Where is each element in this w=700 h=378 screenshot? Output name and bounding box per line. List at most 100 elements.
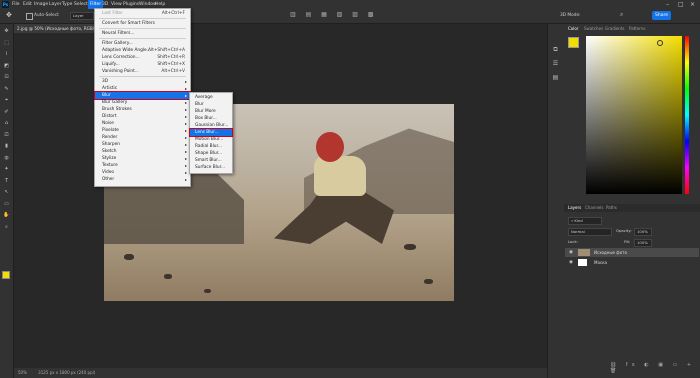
filter-menu-item-lens-correction[interactable]: Lens Correction... Shift+Ctrl+R [95, 54, 190, 61]
filter-menu-item-video[interactable]: Video ▸ [95, 169, 190, 176]
filter-menu-item-pixelate[interactable]: Pixelate ▸ [95, 127, 190, 134]
blur-item-blur-more[interactable]: Blur More [190, 108, 232, 115]
tool-14-icon[interactable]: ↖ [3, 189, 10, 195]
lock-label: Lock: [568, 239, 578, 244]
tool-7-icon[interactable]: ✐ [3, 109, 10, 115]
target-select[interactable]: Layer [70, 12, 94, 20]
blur-item-radial-blur[interactable]: Radial Blur... [190, 143, 232, 150]
color-picker-cursor[interactable] [657, 40, 663, 46]
filter-menu-item-convert-for-smart-filters[interactable]: Convert for Smart Filters [95, 20, 190, 27]
submenu-arrow-icon: ▸ [184, 107, 187, 112]
filter-menu-item-last-filter[interactable]: Last Filter Alt+Ctrl+F [95, 10, 190, 17]
blur-item-shape-blur[interactable]: Shape Blur... [190, 150, 232, 157]
tab-gradients[interactable]: Gradients [605, 25, 625, 33]
tool-12-icon[interactable]: ✦ [3, 166, 10, 172]
menu-type[interactable]: Type [62, 0, 72, 9]
tool-1-icon[interactable]: ⬚ [3, 40, 10, 46]
filter-menu-item-distort[interactable]: Distort ▸ [95, 113, 190, 120]
blur-item-box-blur[interactable]: Box Blur... [190, 115, 232, 122]
close-icon[interactable]: × [690, 0, 695, 9]
filter-menu-item-texture[interactable]: Texture ▸ [95, 162, 190, 169]
share-button[interactable]: Share [652, 11, 671, 20]
filter-menu-item-brush-strokes[interactable]: Brush Strokes ▸ [95, 106, 190, 113]
search-icon[interactable]: ⌕ [620, 11, 623, 19]
blur-item-surface-blur[interactable]: Surface Blur... [190, 164, 232, 171]
filter-menu-item-blur[interactable]: Blur ▸ [94, 91, 191, 100]
tab-color[interactable]: Color [568, 25, 578, 33]
tool-8-icon[interactable]: ⌂ [3, 120, 10, 126]
tool-5-icon[interactable]: ✎ [3, 86, 10, 92]
menu-item-label: Filter Gallery... [102, 41, 133, 46]
move-tool-icon[interactable]: ✥ [6, 11, 12, 19]
tab-patterns[interactable]: Patterns [629, 25, 645, 33]
filter-menu-item-artistic[interactable]: Artistic ▸ [95, 85, 190, 92]
filter-menu-item-neural-filters[interactable]: Neural Filters... [95, 30, 190, 37]
layer-actions[interactable]: ⛓ fx ◐ ▣ ▭ + 🗑 [610, 362, 700, 374]
layer-kind-filter[interactable]: ⌕ Kind [568, 217, 602, 225]
fill-field[interactable]: 100% [634, 239, 652, 247]
align-icons[interactable]: ▥ ▤ ▦ ▧ ▨ ▩ [290, 11, 378, 18]
menu-select[interactable]: Select [74, 0, 88, 9]
minimize-icon[interactable]: – [666, 0, 669, 9]
blur-item-blur[interactable]: Blur [190, 101, 232, 108]
layer-row[interactable]: ◉ Маска [565, 258, 699, 267]
filter-menu-item-filter-gallery[interactable]: Filter Gallery... [95, 40, 190, 47]
submenu-arrow-icon: ▸ [184, 149, 187, 154]
hue-slider[interactable] [685, 36, 689, 194]
blur-item-lens-blur[interactable]: Lens Blur... [189, 128, 233, 137]
tool-10-icon[interactable]: ▮ [3, 143, 10, 149]
tab-swatches[interactable]: Swatches [584, 25, 603, 33]
tab-layers[interactable]: Layers [568, 204, 581, 212]
menu-item-label: Noise [102, 121, 114, 126]
filter-menu-item-blur-gallery[interactable]: Blur Gallery ▸ [95, 99, 190, 106]
filter-menu-item-3d[interactable]: 3D ▸ [95, 78, 190, 85]
filter-menu-item-noise[interactable]: Noise ▸ [95, 120, 190, 127]
tab-channels[interactable]: Channels [585, 204, 604, 212]
layer-row[interactable]: ◉ Исходные фото [565, 248, 699, 257]
tool-16-icon[interactable]: ✋ [3, 212, 10, 218]
tab-paths[interactable]: Paths [606, 204, 617, 212]
menu-edit[interactable]: Edit [23, 0, 32, 9]
history-icon[interactable]: ⧉ [552, 46, 559, 53]
blend-mode-select[interactable]: Normal [568, 228, 612, 236]
foreground-color-swatch[interactable] [2, 271, 10, 279]
blur-item-average[interactable]: Average [190, 94, 232, 101]
tool-13-icon[interactable]: T [3, 178, 10, 184]
filter-menu-item-other[interactable]: Other ▸ [95, 176, 190, 183]
tool-2-icon[interactable]: ⌇ [3, 51, 10, 57]
tool-9-icon[interactable]: ⎚ [3, 132, 10, 138]
filter-menu-item-sketch[interactable]: Sketch ▸ [95, 148, 190, 155]
opacity-field[interactable]: 100% [634, 228, 652, 236]
libraries-icon[interactable]: ▤ [552, 74, 559, 81]
visibility-eye-icon[interactable]: ◉ [569, 248, 574, 257]
menu-layer[interactable]: Layer [49, 0, 62, 9]
tool-3-icon[interactable]: ◩ [3, 63, 10, 69]
foreground-color-chip[interactable] [568, 37, 579, 48]
menu-item-shortcut: Shift+Ctrl+R [157, 55, 185, 60]
auto-select-checkbox[interactable] [26, 13, 33, 20]
blur-item-motion-blur[interactable]: Motion Blur... [190, 136, 232, 143]
tool-11-icon[interactable]: ◍ [3, 155, 10, 161]
filter-menu-item-adaptive-wide-angle[interactable]: Adaptive Wide Angle... Alt+Shift+Ctrl+A [95, 47, 190, 54]
filter-menu-item-render[interactable]: Render ▸ [95, 134, 190, 141]
color-picker-field[interactable] [586, 36, 682, 194]
menu-file[interactable]: File [12, 0, 20, 9]
properties-icon[interactable]: ☰ [552, 60, 559, 67]
blur-item-gaussian-blur[interactable]: Gaussian Blur... [190, 122, 232, 129]
tool-15-icon[interactable]: ▭ [3, 201, 10, 207]
menu-item-label: Lens Blur... [195, 130, 219, 135]
tool-4-icon[interactable]: ⊡ [3, 74, 10, 80]
zoom-level[interactable]: 50% [18, 370, 27, 375]
filter-menu-item-stylize[interactable]: Stylize ▸ [95, 155, 190, 162]
tool-6-icon[interactable]: ⌖ [3, 97, 10, 103]
visibility-eye-icon[interactable]: ◉ [569, 258, 574, 267]
maximize-icon[interactable]: □ [678, 0, 684, 9]
tool-17-icon[interactable]: ⌕ [3, 224, 10, 230]
filter-menu-item-liquify[interactable]: Liquify... Shift+Ctrl+X [95, 61, 190, 68]
filter-menu-item-sharpen[interactable]: Sharpen ▸ [95, 141, 190, 148]
menu-image[interactable]: Image [34, 0, 48, 9]
tool-0-icon[interactable]: ✥ [3, 28, 10, 34]
blur-item-smart-blur[interactable]: Smart Blur... [190, 157, 232, 164]
filter-menu-item-vanishing-point[interactable]: Vanishing Point... Alt+Ctrl+V [95, 68, 190, 75]
menu-item-label: Blur Gallery [102, 100, 128, 105]
